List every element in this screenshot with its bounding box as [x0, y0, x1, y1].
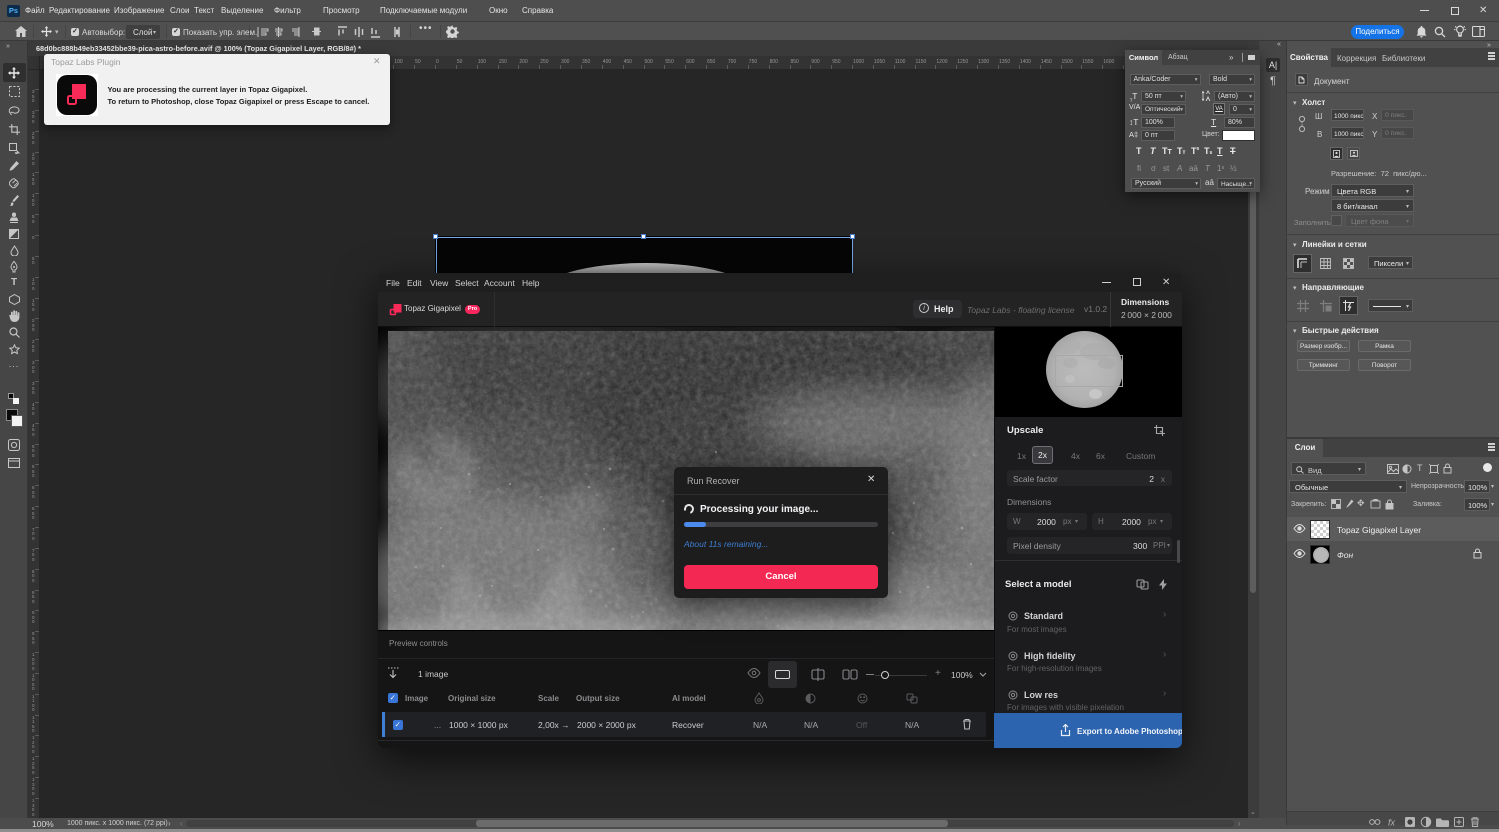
svg-text:fx: fx — [1388, 818, 1396, 828]
